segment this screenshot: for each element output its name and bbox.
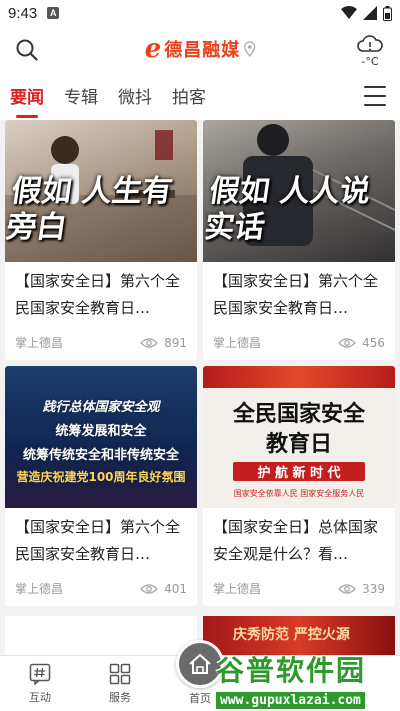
news-card[interactable]: 假如 人人说实话 【国家安全日】第六个全民国家安全教育日… 掌上德昌 456 (203, 120, 395, 360)
nav-label: 互动 (29, 691, 51, 704)
red-banner (203, 366, 395, 388)
top-header: e 德昌融媒 -°C (0, 26, 400, 74)
card-views: 456 (338, 336, 385, 350)
news-grid: 假如 人生有旁白 【国家安全日】第六个全民国家安全教育日… 掌上德昌 891 假… (0, 120, 400, 606)
card-title: 【国家安全日】第六个全民国家安全教育日… (15, 272, 181, 317)
card-source: 掌上德昌 (15, 336, 64, 350)
channel-tabs: 要闻 专辑 微抖 拍客 (0, 74, 400, 120)
home-icon (189, 654, 211, 674)
signal-icon (363, 6, 377, 20)
card-source: 掌上德昌 (213, 582, 262, 596)
card-source: 掌上德昌 (213, 336, 262, 350)
thumbnail-line: 国家安全依靠人民 国家安全服务人民 (233, 489, 365, 498)
cloud-alert-icon (357, 34, 383, 52)
search-button[interactable] (10, 33, 44, 67)
eye-icon (338, 337, 357, 348)
hashtag-chat-icon (29, 663, 51, 685)
thumbnail-line: 教育日 (265, 432, 332, 457)
card-views: 339 (338, 582, 385, 596)
tab-albums[interactable]: 专辑 (64, 83, 98, 120)
menu-icon[interactable] (364, 86, 386, 106)
card-title: 【国家安全日】总体国家安全观是什么？看… (213, 518, 379, 563)
thumbnail-line: 营造庆祝建党100周年良好氛围 (16, 470, 186, 484)
tab-reporter[interactable]: 拍客 (172, 83, 206, 120)
eye-icon (140, 337, 159, 348)
thumbnail-line: 护 航 新 时 代 (233, 462, 365, 481)
thumbnail-line: 全民国家安全 (232, 402, 365, 427)
status-icons (341, 5, 392, 21)
card-views: 401 (140, 582, 187, 596)
card-source: 掌上德昌 (15, 582, 64, 596)
app-screen: 9:43 A e 德昌融媒 -°C 要闻 专辑 微抖 拍客 假如 人生有旁白 【… (0, 0, 400, 711)
weather-temp: -°C (361, 54, 379, 68)
card-title: 【国家安全日】第六个全民国家安全教育日… (15, 518, 181, 563)
wifi-icon (341, 6, 357, 19)
card-meta: 掌上德昌 456 (203, 324, 395, 351)
eye-icon (140, 583, 159, 594)
eye-icon (338, 583, 357, 594)
card-meta: 掌上德昌 339 (203, 570, 395, 597)
app-logo: e 德昌融媒 (145, 36, 256, 62)
thumbnail-line: 践行总体国家安全观 (42, 400, 160, 415)
tab-news[interactable]: 要闻 (10, 83, 44, 120)
card-thumbnail: 假如 人人说实话 (203, 120, 395, 262)
thumbnail-line: 统筹发展和安全 (55, 424, 147, 439)
card-thumbnail: 假如 人生有旁白 (5, 120, 197, 262)
news-card-partial[interactable] (5, 616, 197, 656)
site-watermark: 谷普软件园 www.gupuxlazai.com (216, 649, 396, 709)
grid-icon (109, 663, 131, 685)
status-time: 9:43 (8, 4, 38, 22)
nav-label: 服务 (109, 691, 131, 704)
card-views: 891 (140, 336, 187, 350)
search-icon (16, 39, 38, 61)
view-count: 891 (164, 335, 187, 350)
battery-icon (383, 5, 392, 21)
watermark-text: 谷普软件园 (216, 654, 367, 687)
card-thumbnail: 践行总体国家安全观 统筹发展和安全 统筹传统安全和非传统安全 营造庆祝建党100… (5, 366, 197, 508)
thumbnail-overlay-text: 假如 人生有旁白 (5, 174, 175, 245)
thumbnail-overlay-text: 假如 人人说实话 (203, 174, 373, 245)
app-name: 德昌融媒 (164, 40, 241, 61)
card-title: 【国家安全日】第六个全民国家安全教育日… (213, 272, 379, 317)
notification-icon: A (47, 7, 60, 19)
view-count: 456 (362, 335, 385, 350)
nav-interact[interactable]: 互动 (0, 656, 80, 711)
news-card[interactable]: 践行总体国家安全观 统筹发展和安全 统筹传统安全和非传统安全 营造庆祝建党100… (5, 366, 197, 606)
thumbnail-line: 统筹传统安全和非传统安全 (22, 448, 179, 463)
view-count: 339 (362, 581, 385, 596)
news-card[interactable]: 全民国家安全 教育日 护 航 新 时 代 国家安全依靠人民 国家安全服务人民 【… (203, 366, 395, 606)
watermark-url: www.gupuxlazai.com (216, 692, 365, 709)
weather-widget[interactable]: -°C (350, 33, 390, 68)
status-bar: 9:43 A (0, 0, 400, 26)
news-card[interactable]: 假如 人生有旁白 【国家安全日】第六个全民国家安全教育日… 掌上德昌 891 (5, 120, 197, 360)
logo-e-mark-icon: e (144, 34, 162, 64)
view-count: 401 (164, 581, 187, 596)
partial-card-text: 庆秀防范 严控火源 (233, 627, 350, 643)
card-meta: 掌上德昌 891 (5, 324, 197, 351)
tab-short-video[interactable]: 微抖 (118, 83, 152, 120)
nav-services[interactable]: 服务 (80, 656, 160, 711)
card-thumbnail: 全民国家安全 教育日 护 航 新 时 代 国家安全依靠人民 国家安全服务人民 (203, 366, 395, 508)
location-pin-icon (243, 41, 255, 57)
card-meta: 掌上德昌 401 (5, 570, 197, 597)
